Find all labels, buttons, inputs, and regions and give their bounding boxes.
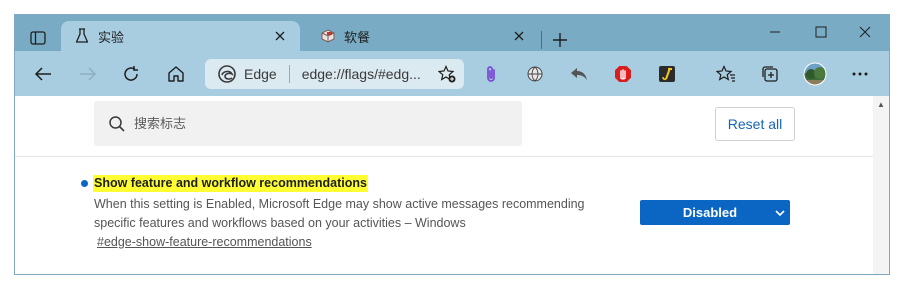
navigation-toolbar: Edge edge://flags/#edg...	[15, 51, 889, 96]
reply-extension-icon[interactable]	[564, 59, 594, 89]
refresh-icon[interactable]	[116, 59, 146, 89]
flag-state-select[interactable]: Disabled	[640, 200, 790, 225]
profile-avatar[interactable]	[800, 59, 830, 89]
add-favorite-icon[interactable]	[436, 63, 458, 85]
flask-icon	[74, 28, 90, 44]
box-icon	[320, 28, 336, 44]
maximize-icon[interactable]	[799, 20, 843, 44]
scroll-up-icon[interactable]: ▲	[877, 100, 885, 109]
tab-title: 实验	[98, 29, 125, 45]
site-label: Edge	[244, 66, 277, 82]
chevron-down-icon	[770, 203, 790, 223]
address-separator	[288, 65, 290, 83]
search-input[interactable]	[134, 116, 514, 131]
close-tab-icon[interactable]	[509, 26, 529, 46]
flag-title: Show feature and workflow recommendation…	[93, 175, 368, 192]
browser-window: 实验 软餐 Edge edge://flags/#edg... 搜索标志 Res…	[14, 14, 890, 275]
tab-second[interactable]: 软餐	[307, 21, 539, 51]
search-box[interactable]	[94, 101, 522, 146]
tab-separator	[541, 31, 542, 49]
back-icon[interactable]	[28, 59, 58, 89]
tab-actions-icon[interactable]	[27, 27, 49, 49]
tab-title: 软餐	[344, 29, 371, 45]
more-icon[interactable]	[845, 59, 875, 89]
flag-description: When this setting is Enabled, Microsoft …	[94, 197, 585, 230]
script-extension-icon[interactable]	[652, 59, 682, 89]
reset-all-button[interactable]: Reset all	[715, 107, 795, 141]
minimize-icon[interactable]	[753, 20, 797, 44]
flag-modified-dot	[81, 180, 88, 187]
url-text[interactable]: edge://flags/#edg...	[302, 66, 436, 82]
edge-logo-icon	[218, 65, 236, 83]
address-bar[interactable]: Edge edge://flags/#edg...	[205, 59, 464, 89]
title-bar: 实验 软餐	[15, 15, 889, 51]
globe-extension-icon[interactable]	[520, 59, 550, 89]
tab-experiments[interactable]: 实验	[61, 21, 300, 51]
home-icon[interactable]	[161, 59, 191, 89]
collections-icon[interactable]	[755, 59, 785, 89]
close-tab-icon[interactable]	[270, 26, 290, 46]
favorites-icon[interactable]	[711, 59, 741, 89]
stop-hand-extension-icon[interactable]	[608, 59, 638, 89]
new-tab-icon[interactable]	[547, 27, 573, 53]
divider	[15, 156, 873, 157]
scrollbar[interactable]: ▲	[873, 96, 889, 274]
close-window-icon[interactable]	[843, 20, 887, 44]
flag-permalink[interactable]: #edge-show-feature-recommendations	[97, 234, 312, 251]
forward-icon[interactable]	[73, 59, 103, 89]
paperclip-extension-icon[interactable]	[476, 59, 506, 89]
search-icon	[109, 115, 125, 132]
select-value: Disabled	[682, 205, 738, 220]
flags-page: Reset all Show feature and workflow reco…	[15, 96, 889, 274]
